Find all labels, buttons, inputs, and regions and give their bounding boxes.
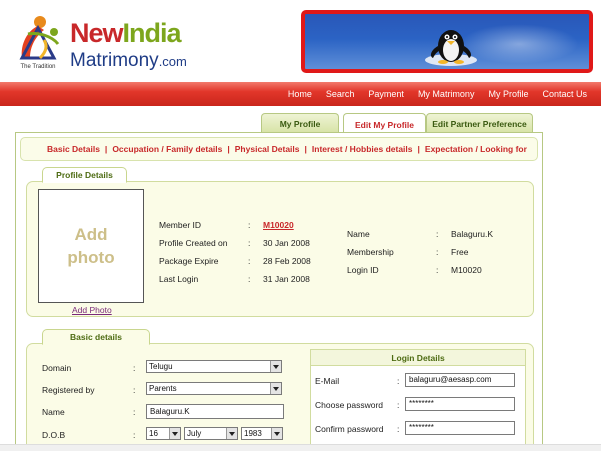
subnav-expectation[interactable]: Expectation / Looking for [425,144,527,154]
kv-colon: : [248,274,251,284]
email-label: E-Mail [315,376,340,386]
package-expire-value: 28 Feb 2008 [263,256,311,266]
tab-edit-partner-preference[interactable]: Edit Partner Preference [426,113,533,134]
nav-contact-us[interactable]: Contact Us [542,89,587,99]
confirm-password-input[interactable]: ******** [405,421,515,435]
penguin-mascot-icon [425,30,477,66]
subnav-separator: | [104,144,108,154]
chevron-down-icon[interactable] [169,428,180,439]
section-subnav: Basic Details | Occupation / Family deta… [20,137,538,161]
member-id-label: Member ID [159,220,202,230]
add-photo-link[interactable]: Add Photo [72,305,112,315]
dob-label: D.O.B [42,430,66,440]
profile-created-value: 30 Jan 2008 [263,238,310,248]
email-input[interactable]: balaguru@aesasp.com [405,373,515,387]
add-photo-placeholder-text: Add photo [67,225,115,267]
subnav-separator: | [304,144,307,154]
edit-profile-panel: Basic Details | Occupation / Family deta… [15,132,543,451]
horizontal-scrollbar[interactable] [0,444,601,451]
choose-password-label: Choose password [315,400,384,410]
name-label: Name [347,229,370,239]
confirm-password-label: Confirm password [315,424,384,434]
brand-new: New [70,18,124,48]
subnav-basic-details[interactable]: Basic Details [47,144,100,154]
kv-colon: : [133,385,136,395]
dob-month-value: July [187,429,202,438]
page: The Tradition NewIndia Matrimony.com Hom… [0,0,601,451]
brand-india: India [122,18,182,48]
login-id-value: M10020 [451,265,482,275]
tab-my-profile[interactable]: My Profile [261,113,339,134]
profile-details-tab: Profile Details [42,167,127,183]
kv-colon: : [436,247,439,257]
chevron-down-icon[interactable] [226,428,237,439]
name-value: Balaguru.K [451,229,494,239]
main-nav-bar: Home Search Payment My Matrimony My Prof… [0,82,601,106]
registered-by-select-value: Parents [149,384,177,393]
logo-tagline: The Tradition [20,64,56,70]
registered-by-select[interactable]: Parents [146,382,282,395]
chevron-down-icon[interactable] [270,361,281,372]
brand-name-top: NewIndia [70,18,182,49]
subnav-physical-details[interactable]: Physical Details [235,144,300,154]
last-login-value: 31 Jan 2008 [263,274,310,284]
choose-password-input[interactable]: ******** [405,397,515,411]
last-login-label: Last Login [159,274,199,284]
dob-month-select[interactable]: July [184,427,238,440]
membership-value: Free [451,247,469,257]
member-id-value[interactable]: M10020 [263,220,294,230]
subnav-separator: | [417,144,420,154]
domain-label: Domain [42,363,72,373]
kv-colon: : [133,363,136,373]
site-logo[interactable]: The Tradition NewIndia Matrimony.com [8,12,223,72]
subnav-separator: | [227,144,230,154]
profile-created-label: Profile Created on [159,238,228,248]
nav-home[interactable]: Home [288,89,312,99]
kv-colon: : [133,430,136,440]
login-details-title: Login Details [311,350,525,366]
tradition-logo-icon [19,16,60,60]
kv-colon: : [436,265,439,275]
basic-details-tab: Basic details [42,329,150,345]
kv-colon: : [397,400,400,410]
nav-my-matrimony[interactable]: My Matrimony [418,89,475,99]
kv-colon: : [248,238,251,248]
brand-name-bottom: Matrimony.com [70,50,187,72]
kv-colon: : [436,229,439,239]
kv-colon: : [397,376,400,386]
dob-year-select[interactable]: 1983 [241,427,283,440]
kv-colon: : [248,256,251,266]
subnav-interest-hobbies[interactable]: Interest / Hobbies details [312,144,413,154]
login-id-label: Login ID [347,265,379,275]
kv-colon: : [248,220,251,230]
chevron-down-icon[interactable] [270,383,281,394]
dob-day-value: 16 [149,429,158,438]
profile-photo-placeholder[interactable]: Add photo [38,189,144,303]
membership-label: Membership [347,247,394,257]
domain-select-value: Telugu [149,362,173,371]
main-nav-links: Home Search Payment My Matrimony My Prof… [288,82,601,106]
dob-year-value: 1983 [244,429,262,438]
nav-my-profile[interactable]: My Profile [488,89,528,99]
chevron-down-icon[interactable] [271,428,282,439]
nav-search[interactable]: Search [326,89,355,99]
nav-payment[interactable]: Payment [368,89,404,99]
brand-domain: .com [158,54,187,69]
name-input[interactable]: Balaguru.K [146,404,284,419]
domain-select[interactable]: Telugu [146,360,282,373]
kv-colon: : [133,407,136,417]
brand-matrimony: Matrimony [70,50,159,71]
package-expire-label: Package Expire [159,256,219,266]
kv-colon: : [397,424,400,434]
name-field-label: Name [42,407,65,417]
dob-day-select[interactable]: 16 [146,427,181,440]
subnav-occupation-family[interactable]: Occupation / Family details [112,144,222,154]
registered-by-label: Registered by [42,385,95,395]
login-details-box: Login Details E-Mail : balaguru@aesasp.c… [310,349,526,451]
header-banner[interactable] [301,10,593,73]
